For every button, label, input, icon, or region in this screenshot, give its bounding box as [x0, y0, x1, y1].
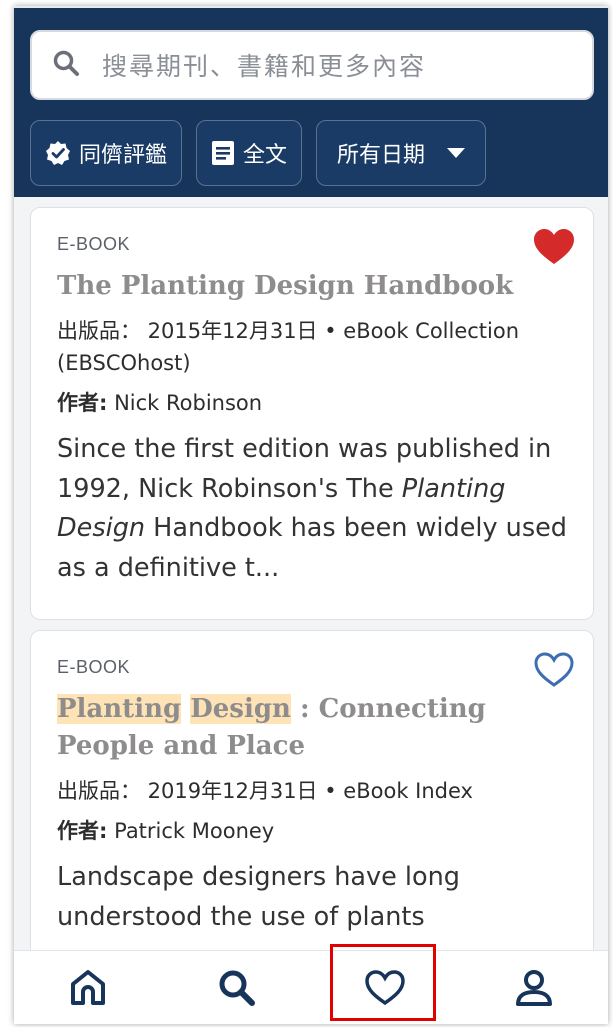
author-label: 作者:: [57, 391, 108, 415]
author-line: 作者: Patrick Mooney: [57, 816, 567, 846]
author-label: 作者:: [57, 819, 108, 843]
publication-info: 出版品： 2015年12月31日 • eBook Collection (EBS…: [57, 319, 520, 375]
date-filter-dropdown[interactable]: 所有日期: [316, 120, 487, 186]
user-icon: [515, 969, 552, 1006]
document-icon: [211, 140, 235, 166]
result-card[interactable]: E-BOOK Planting Design : Connecting Peop…: [30, 630, 594, 970]
heart-outline-icon[interactable]: [533, 651, 575, 689]
search-input[interactable]: 搜尋期刊、書籍和更多內容: [30, 30, 594, 100]
bottom-nav: [14, 950, 608, 1024]
verified-badge-icon: [45, 140, 71, 166]
nav-favorites-button[interactable]: [355, 958, 415, 1018]
search-header: 搜尋期刊、書籍和更多內容 同儕評鑑 全文 所有日期: [14, 6, 608, 197]
publication-info: 出版品： 2019年12月31日 • eBook Index: [57, 779, 473, 803]
result-abstract: Landscape designers have long understood…: [57, 862, 460, 932]
peer-reviewed-filter[interactable]: 同儕評鑑: [30, 120, 183, 186]
author-name: Nick Robinson: [114, 391, 263, 415]
nav-profile-button[interactable]: [504, 958, 564, 1018]
result-card[interactable]: E-BOOK The Planting Design Handbook 出版品：…: [30, 207, 594, 620]
result-title[interactable]: Planting Design : Connecting People and …: [57, 691, 567, 765]
home-icon: [71, 969, 106, 1005]
result-abstract: Since the first edition was published in…: [57, 434, 567, 583]
search-placeholder: 搜尋期刊、書籍和更多內容: [102, 52, 427, 81]
author-name: Patrick Mooney: [114, 819, 275, 843]
nav-search-button[interactable]: [207, 958, 267, 1018]
full-text-filter[interactable]: 全文: [196, 120, 303, 186]
result-title[interactable]: The Planting Design Handbook: [57, 268, 567, 305]
search-icon: [219, 970, 255, 1006]
heart-filled-icon[interactable]: [533, 228, 575, 266]
result-type: E-BOOK: [57, 657, 131, 677]
filter-chips: 同儕評鑑 全文 所有日期: [30, 120, 500, 186]
app-frame: 搜尋期刊、書籍和更多內容 同儕評鑑 全文 所有日期 E-BOOK The Pla…: [14, 6, 608, 1024]
result-type: E-BOOK: [57, 234, 131, 254]
author-line: 作者: Nick Robinson: [57, 388, 567, 418]
search-icon: [52, 49, 80, 81]
nav-home-button[interactable]: [58, 958, 118, 1018]
peer-reviewed-label: 同儕評鑑: [79, 143, 168, 168]
date-filter-label: 所有日期: [337, 143, 426, 168]
full-text-label: 全文: [243, 143, 288, 168]
heart-icon: [365, 969, 406, 1005]
chevron-down-icon: [447, 148, 466, 158]
